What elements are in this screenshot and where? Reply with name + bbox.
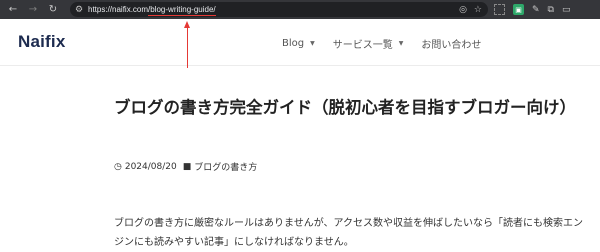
extension-area: ▣ ✎ ⧉ ▭	[494, 2, 571, 17]
main-nav: Blog ▼ サービス一覧 ▼ お問い合わせ	[282, 36, 499, 51]
split-view-icon[interactable]: ▭	[562, 5, 571, 15]
url-path: /blog-writing-guide/	[148, 5, 216, 14]
nav-item-label: お問い合わせ	[421, 40, 482, 51]
nav-item-contact[interactable]: お問い合わせ	[421, 36, 481, 51]
article-body: ブログの書き方に厳密なルールはありませんが、アクセス数や収益を伸ばしたいなら「読…	[114, 218, 583, 248]
article: ブログの書き方完全ガイド（脱初心者を目指すブロガー向け） ◷ 2024/08/2…	[114, 93, 584, 248]
eye-off-icon[interactable]: ◎	[459, 5, 467, 15]
brush-icon[interactable]: ✎	[532, 5, 540, 15]
caret-down-icon: ▼	[310, 40, 315, 47]
reload-icon[interactable]: ↻	[46, 3, 60, 17]
star-icon[interactable]: ☆	[474, 5, 482, 15]
address-bar[interactable]: ⚙ https://naifix.com/blog-writing-guide/…	[70, 2, 488, 17]
article-meta: ◷ 2024/08/20 ■ ブログの書き方	[114, 160, 257, 174]
extension-placeholder-icon[interactable]	[494, 4, 505, 15]
caret-down-icon: ▼	[398, 40, 404, 47]
category-link[interactable]: ブログの書き方	[194, 160, 257, 173]
folder-icon: ■	[182, 161, 192, 172]
nav-item-blog[interactable]: Blog ▼	[282, 38, 315, 49]
site-header: Naifix Blog ▼ サービス一覧 ▼ お問い合わせ	[0, 19, 600, 66]
post-date: 2024/08/20	[124, 161, 177, 172]
browser-toolbar: ← → ↻ ⚙ https://naifix.com/blog-writing-…	[0, 0, 600, 19]
nav-item-label: Blog	[282, 38, 305, 49]
arrow-right-icon[interactable]: →	[26, 3, 40, 17]
puzzle-icon[interactable]: ⧉	[548, 5, 554, 15]
arrow-left-icon[interactable]: ←	[6, 3, 20, 17]
clock-icon: ◷	[114, 161, 122, 172]
annotation-arrow-head	[184, 21, 190, 28]
extension-green-icon[interactable]: ▣	[513, 4, 524, 15]
site-logo[interactable]: Naifix	[18, 32, 66, 52]
url-text[interactable]: https://naifix.com/blog-writing-guide/	[88, 5, 216, 14]
nav-item-services[interactable]: サービス一覧 ▼	[333, 36, 404, 51]
tune-icon[interactable]: ⚙	[70, 5, 88, 15]
article-title: ブログの書き方完全ガイド（脱初心者を目指すブロガー向け）	[114, 98, 576, 117]
nav-item-label: サービス一覧	[332, 40, 393, 51]
url-host: https://naifix.com	[88, 5, 149, 14]
annotation-arrow-line	[187, 24, 188, 68]
